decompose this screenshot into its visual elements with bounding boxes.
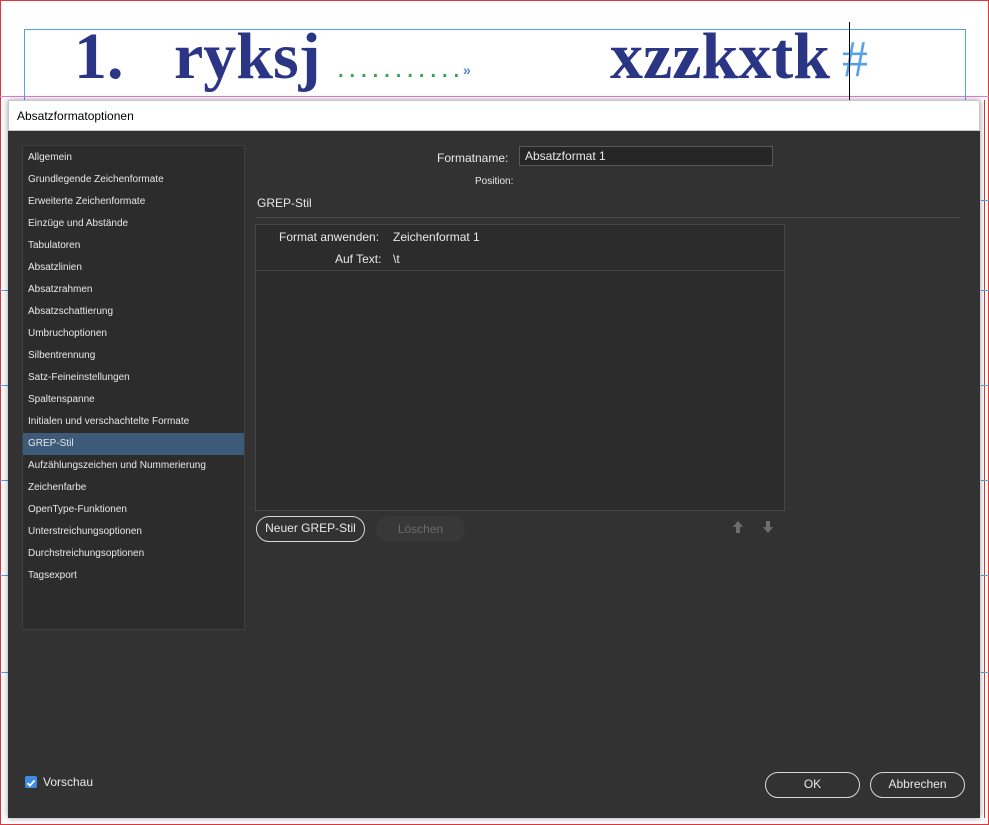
guide-mark [0, 575, 8, 576]
tab-marker-icon: » [463, 62, 471, 78]
nav-item[interactable]: Tabulatoren [23, 235, 244, 257]
nav-item[interactable]: Silbentrennung [23, 345, 244, 367]
nav-item[interactable]: Unterstreichungsoptionen [23, 521, 244, 543]
section-title: GREP-Stil [257, 196, 312, 210]
guide-mark [0, 385, 8, 386]
preview-label: Vorschau [43, 775, 94, 789]
guide-mark [981, 575, 989, 576]
guide-mark [981, 385, 989, 386]
document-word-2: xzzkxtk [610, 20, 830, 93]
nav-item[interactable]: Initialen und verschachtelte Formate [23, 411, 244, 433]
nav-item[interactable]: Erweiterte Zeichenformate [23, 191, 244, 213]
delete-button[interactable]: Löschen [376, 516, 465, 542]
cancel-button[interactable]: Abbrechen [870, 772, 965, 798]
category-list[interactable]: Allgemein Grundlegende Zeichenformate Erwe… [22, 145, 245, 630]
dialog-title: Absatzformatoptionen [17, 109, 134, 123]
grep-apply-label: Format anwenden: [279, 230, 380, 244]
grep-text-label: Auf Text: [335, 252, 382, 266]
position-label: Position: [475, 176, 514, 187]
nav-item[interactable]: Absatzschattierung [23, 301, 244, 323]
nav-item[interactable]: Aufzählungszeichen und Nummerierung [23, 455, 244, 477]
nav-item[interactable]: Spaltenspanne [23, 389, 244, 411]
text-cursor [849, 22, 850, 100]
move-down-arrow-icon[interactable] [762, 520, 774, 534]
page-edge-line [984, 100, 985, 818]
preview-checkbox[interactable] [25, 776, 37, 788]
section-divider [256, 217, 960, 218]
grep-text-value[interactable]: \t [393, 252, 400, 266]
nav-item[interactable]: Tagsexport [23, 565, 244, 587]
nav-item[interactable]: Absatzrahmen [23, 279, 244, 301]
nav-item[interactable]: Umbruchoptionen [23, 323, 244, 345]
grep-list-divider [256, 270, 784, 271]
guide-mark [981, 672, 989, 673]
ok-button[interactable]: OK [765, 772, 860, 798]
guide-mark [0, 672, 8, 673]
nav-item[interactable]: Satz-Feineinstellungen [23, 367, 244, 389]
nav-item[interactable]: OpenType-Funktionen [23, 499, 244, 521]
nav-item[interactable]: Grundlegende Zeichenformate [23, 169, 244, 191]
list-number: 1. [74, 20, 124, 93]
grep-apply-value[interactable]: Zeichenformat 1 [393, 230, 480, 244]
nav-item[interactable]: Durchstreichungsoptionen [23, 543, 244, 565]
guide-mark [0, 480, 8, 481]
document-word-1: ryksj [174, 20, 321, 93]
formatname-label: Formatname: [437, 151, 509, 165]
nav-item[interactable]: Zeichenfarbe [23, 477, 244, 499]
guide-mark [981, 290, 989, 291]
checkmark-icon [26, 779, 36, 787]
nav-item[interactable]: Absatzlinien [23, 257, 244, 279]
formatname-input[interactable] [519, 146, 773, 166]
move-up-arrow-icon[interactable] [732, 520, 744, 534]
guide-mark [981, 480, 989, 481]
tab-leader-dots: ........... [338, 60, 466, 80]
paragraph-style-dialog: Absatzformatoptionen Allgemein Grundlegen… [8, 100, 980, 818]
dialog-titlebar[interactable]: Absatzformatoptionen [8, 100, 980, 131]
nav-item[interactable]: Allgemein [23, 147, 244, 169]
nav-item[interactable]: Einzüge und Abstände [23, 213, 244, 235]
new-grep-style-button[interactable]: Neuer GREP-Stil [256, 516, 365, 542]
nav-item[interactable]: GREP-Stil [23, 433, 244, 455]
end-of-story-mark: # [842, 31, 868, 88]
grep-style-list[interactable]: Format anwenden: Zeichenformat 1 Auf Tex… [255, 224, 785, 511]
guide-mark [0, 290, 8, 291]
guide-mark [981, 200, 989, 201]
